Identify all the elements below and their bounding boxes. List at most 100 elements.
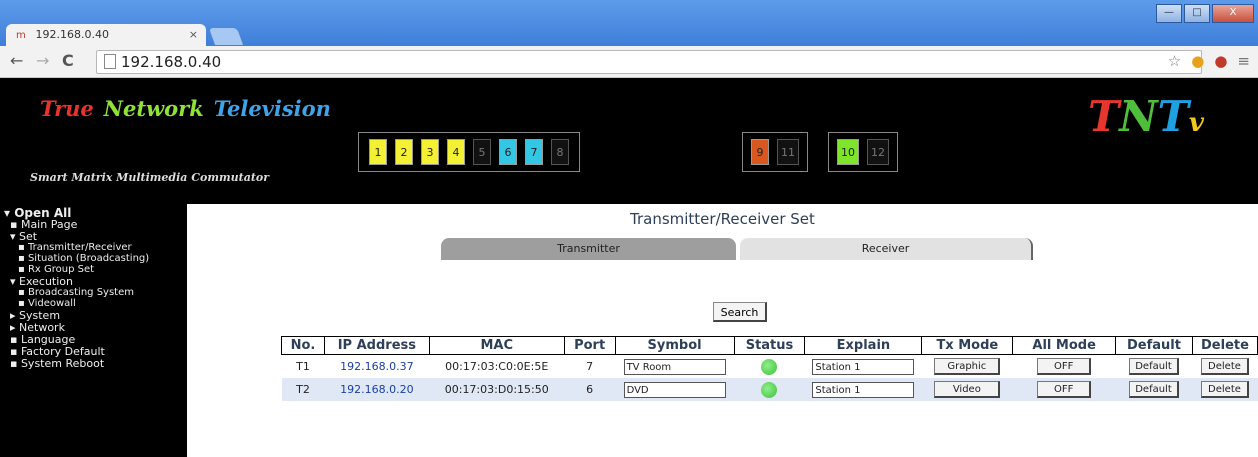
port-button-10[interactable]: 10	[837, 139, 859, 165]
reload-icon[interactable]: C	[62, 52, 74, 70]
row-number: T2	[296, 383, 310, 396]
default-button[interactable]: Default	[1129, 358, 1179, 375]
tx-mode-button[interactable]: Video	[934, 381, 1001, 398]
port-button-9[interactable]: 9	[751, 139, 769, 165]
all-mode-button[interactable]: OFF	[1037, 358, 1092, 375]
logo-word-television: Television	[213, 96, 331, 121]
extension-icon[interactable]: ●	[1191, 52, 1204, 70]
explain-input[interactable]: Station 1	[812, 381, 915, 398]
mac-address: 00:17:03:C0:0E:5E	[445, 360, 549, 373]
logo-word-network: Network	[103, 96, 204, 121]
port-button-2[interactable]: 2	[395, 139, 413, 165]
table-cell: T1	[281, 354, 325, 378]
sidebar-item[interactable]: ▪ Situation (Broadcasting)	[18, 253, 149, 264]
column-header: All Mode	[1012, 336, 1117, 355]
delete-button[interactable]: Delete	[1200, 381, 1249, 398]
port-button-7[interactable]: 7	[525, 139, 543, 165]
tab-receiver[interactable]: Receiver	[740, 238, 1033, 260]
port-number: 7	[586, 360, 594, 373]
tntv-logo: TNTv	[1088, 92, 1204, 141]
status-led-icon	[761, 381, 778, 398]
sidebar-item[interactable]: ▪ Transmitter/Receiver	[18, 242, 132, 253]
table-cell: OFF	[1012, 354, 1116, 378]
back-arrow-icon[interactable]: ←	[10, 52, 23, 70]
table-cell	[734, 378, 805, 401]
maximize-button[interactable]: □	[1184, 4, 1210, 23]
menu-icon[interactable]: ≡	[1237, 52, 1250, 70]
table-cell: Video	[921, 378, 1013, 401]
ip-address-link[interactable]: 192.168.0.37	[340, 360, 413, 373]
tab-close-icon[interactable]: ×	[189, 24, 198, 46]
site-tagline: Smart Matrix Multimedia Commutator	[30, 171, 270, 184]
browser-extensions: ☆ ● ● ≡	[1168, 52, 1250, 70]
port-button-8[interactable]: 8	[551, 139, 569, 165]
tab-title: 192.168.0.40	[35, 28, 109, 41]
column-header: Explain	[804, 336, 923, 355]
table-cell: Graphic	[921, 354, 1013, 378]
table-header-row: No. IP Address MAC Port Symbol Status Explain T…	[281, 336, 1258, 355]
web-page: True Network Television Smart Matrix Multi…	[0, 78, 1258, 457]
ip-address-link[interactable]: 192.168.0.20	[340, 383, 413, 396]
column-header: Default	[1115, 336, 1193, 355]
column-header: IP Address	[323, 336, 430, 355]
address-bar[interactable]: 192.168.0.40	[96, 50, 1202, 74]
default-button[interactable]: Default	[1129, 381, 1179, 398]
delete-button[interactable]: Delete	[1200, 358, 1249, 375]
tntv-letter: T	[1157, 92, 1189, 141]
table-cell: 192.168.0.37	[324, 354, 430, 378]
column-header: No.	[281, 336, 325, 355]
tx-mode-button[interactable]: Graphic	[934, 358, 1001, 375]
tab-transmitter[interactable]: Transmitter	[441, 238, 736, 260]
column-header: Port	[563, 336, 616, 355]
table-cell: Delete	[1192, 354, 1258, 378]
sidebar-item[interactable]: ▪ Broadcasting System	[18, 287, 134, 298]
status-led-icon	[761, 358, 778, 375]
port-group-1: 12345678	[358, 132, 580, 172]
close-window-button[interactable]: X	[1212, 4, 1254, 23]
port-button-3[interactable]: 3	[421, 139, 439, 165]
table-cell: TV Room	[615, 354, 735, 378]
tx-rx-tabs: Transmitter Receiver	[441, 238, 1033, 260]
port-button-6[interactable]: 6	[499, 139, 517, 165]
port-group-2: 9 11	[742, 132, 808, 172]
port-button-4[interactable]: 4	[447, 139, 465, 165]
mac-address: 00:17:03:D0:15:50	[444, 383, 549, 396]
sidebar-item[interactable]: ▪ System Reboot	[10, 357, 104, 370]
tntv-letter: v	[1188, 108, 1205, 138]
explain-input[interactable]: Station 1	[812, 358, 915, 375]
new-tab-button[interactable]	[208, 28, 244, 45]
table-cell: DVD	[615, 378, 735, 401]
browser-tab[interactable]: m 192.168.0.40 ×	[6, 24, 206, 46]
table-row: T2 192.168.0.20 00:17:03:D0:15:50 6 DVD Stati…	[281, 378, 1258, 401]
bookmark-star-icon[interactable]: ☆	[1168, 52, 1181, 70]
sidebar-menu: ▾ Open All ▪ Main Page ▾ Set ▪ Transmitter/…	[0, 204, 187, 457]
port-group-3: 10 12	[828, 132, 898, 172]
tntv-letter: N	[1119, 92, 1158, 141]
port-button-11[interactable]: 11	[777, 139, 799, 165]
all-mode-button[interactable]: OFF	[1037, 381, 1092, 398]
sidebar-item[interactable]: ▪ Rx Group Set	[18, 264, 94, 275]
port-button-12[interactable]: 12	[867, 139, 889, 165]
column-header: Status	[733, 336, 806, 355]
browser-titlebar: m 192.168.0.40 × — □ X	[0, 0, 1258, 46]
logo-word-true: True	[40, 96, 94, 121]
forward-arrow-icon[interactable]: →	[36, 52, 49, 70]
table-row: T1 192.168.0.37 00:17:03:C0:0E:5E 7 TV Room S…	[281, 354, 1258, 378]
search-button[interactable]: Search	[713, 302, 767, 322]
chrome-extension-icon[interactable]: ●	[1214, 52, 1227, 70]
table-cell	[734, 354, 805, 378]
column-header: Delete	[1191, 336, 1258, 355]
url-text: 192.168.0.40	[121, 53, 222, 71]
table-cell: 7	[564, 354, 616, 378]
sidebar-item[interactable]: ▪ Videowall	[18, 298, 76, 309]
transmitter-table: No. IP Address MAC Port Symbol Status Explain T…	[281, 336, 1258, 401]
symbol-input[interactable]: DVD	[623, 381, 726, 398]
table-cell: Default	[1115, 354, 1193, 378]
port-button-1[interactable]: 1	[369, 139, 387, 165]
minimize-button[interactable]: —	[1156, 4, 1182, 23]
symbol-input[interactable]: TV Room	[623, 358, 726, 375]
table-cell: OFF	[1012, 378, 1116, 401]
table-cell: 6	[564, 378, 616, 401]
port-button-5[interactable]: 5	[473, 139, 491, 165]
table-cell: Default	[1115, 378, 1193, 401]
